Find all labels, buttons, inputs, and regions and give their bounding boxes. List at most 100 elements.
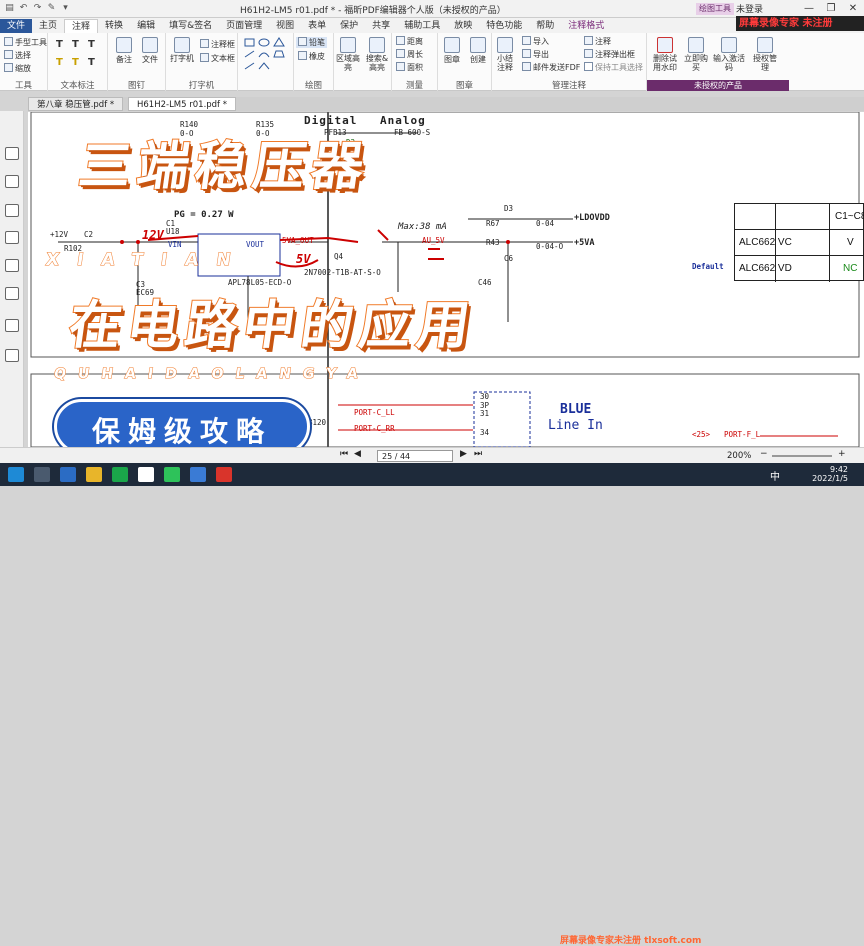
export-button[interactable]: 导出	[522, 49, 549, 60]
tab-comment-format[interactable]: 注释格式	[561, 19, 611, 33]
input-language[interactable]: 中	[770, 468, 780, 483]
customize-icon[interactable]: ▾	[60, 3, 71, 14]
label-ref-25: <25>	[692, 430, 711, 439]
eraser-button[interactable]: 橡皮	[298, 51, 325, 62]
doc-tab-2[interactable]: H61H2-LM5 r01.pdf *	[128, 97, 237, 111]
typewriter-button[interactable]: 打字机	[170, 37, 194, 63]
tab-comment[interactable]: 注释	[64, 19, 99, 33]
tab-help[interactable]: 帮助	[529, 19, 561, 33]
text-annot-5[interactable]: T	[72, 57, 79, 68]
zoom-in-icon[interactable]: +	[838, 449, 846, 459]
group-label-manage: 管理注释	[551, 81, 586, 91]
tools-icon[interactable]	[5, 349, 19, 362]
summarize-button[interactable]: 小结注释	[494, 37, 516, 72]
area-button[interactable]: 面积	[396, 62, 423, 73]
license-icon	[757, 37, 773, 53]
buy-now-button[interactable]: 立即购买	[683, 37, 709, 72]
next-page-icon[interactable]: ▶	[460, 449, 467, 459]
folder-icon[interactable]	[86, 467, 102, 482]
page-number-input[interactable]: 25 / 44	[377, 450, 453, 462]
attachments-icon[interactable]	[5, 259, 19, 272]
bookmark-icon[interactable]	[5, 147, 19, 160]
fields-icon[interactable]	[5, 319, 19, 332]
unauthorized-label: 未授权的产品	[647, 80, 789, 91]
app-green-icon[interactable]	[112, 467, 128, 482]
tab-page-manage[interactable]: 页面管理	[219, 19, 269, 33]
tab-slideshow[interactable]: 放映	[447, 19, 479, 33]
label-port-c-rr: PORT-C_RR	[354, 424, 395, 433]
app-white-icon[interactable]	[138, 467, 154, 482]
keep-tool-checkbox[interactable]: 保持工具选择	[584, 62, 643, 73]
tab-fill-sign[interactable]: 填写&签名	[162, 19, 219, 33]
tab-share[interactable]: 共享	[365, 19, 397, 33]
tab-home[interactable]: 主页	[32, 19, 64, 33]
pages-icon[interactable]	[5, 175, 19, 188]
shape-tools-icon[interactable]	[244, 37, 290, 75]
select-tool-button[interactable]: 选择	[4, 50, 31, 61]
start-icon[interactable]	[8, 467, 24, 482]
tab-file[interactable]: 文件	[0, 19, 33, 33]
label-r67: R67	[486, 219, 500, 228]
tab-view[interactable]: 视图	[269, 19, 301, 33]
textbox-button[interactable]: 文本框	[200, 53, 235, 64]
perimeter-icon	[396, 49, 405, 58]
create-stamp-button[interactable]: 创建	[466, 37, 490, 65]
distance-button[interactable]: 距离	[396, 36, 423, 47]
key-icon	[721, 37, 737, 53]
tab-accessibility[interactable]: 辅助工具	[397, 19, 447, 33]
cart-icon	[688, 37, 704, 53]
text-annot-1[interactable]: T	[56, 39, 63, 50]
layers-icon[interactable]	[5, 204, 19, 217]
tab-convert[interactable]: 转换	[98, 19, 130, 33]
first-page-icon[interactable]: ⏮	[340, 449, 348, 459]
comment-menu-button[interactable]: 注释	[584, 36, 611, 47]
table-row-2-model: ALC662 VD	[739, 263, 792, 274]
doc-tab-1[interactable]: 第八章 稳压管.pdf *	[28, 97, 124, 111]
app-blue-icon[interactable]	[190, 467, 206, 482]
clock[interactable]: 9:42 2022/1/5	[812, 465, 848, 483]
file-attach-button[interactable]: 文件	[140, 37, 160, 65]
perimeter-button[interactable]: 周长	[396, 49, 423, 60]
pencil-button[interactable]: 铅笔	[296, 37, 327, 48]
hand-tool-button[interactable]: 手型工具	[4, 37, 47, 48]
last-page-icon[interactable]: ⏭	[474, 449, 482, 459]
distance-icon	[396, 36, 405, 45]
tab-protect[interactable]: 保护	[333, 19, 365, 33]
area-highlight-button[interactable]: 区域高亮	[336, 37, 360, 72]
browser-icon[interactable]	[60, 467, 76, 482]
tab-edit[interactable]: 编辑	[130, 19, 162, 33]
search-highlight-button[interactable]: 搜索&高亮	[364, 37, 390, 72]
license-manage-button[interactable]: 授权管理	[751, 37, 779, 72]
wechat-icon[interactable]	[164, 467, 180, 482]
text-annot-3[interactable]: T	[88, 39, 95, 50]
note-button[interactable]: 备注	[114, 37, 134, 65]
zoom-tool-button[interactable]: 缩放	[4, 63, 31, 74]
prev-page-icon[interactable]: ◀	[354, 449, 361, 459]
activation-code-button[interactable]: 输入激活码	[713, 37, 745, 72]
email-fdf-button[interactable]: 邮件发送FDF	[522, 62, 580, 73]
popup-note-button[interactable]: 注释弹出框	[584, 49, 635, 60]
tab-features[interactable]: 特色功能	[479, 19, 529, 33]
zoom-slider[interactable]	[772, 455, 832, 457]
edit-icon[interactable]: ✎	[46, 3, 57, 14]
login-status[interactable]: 未登录	[736, 2, 763, 15]
zoom-level[interactable]: 200%	[727, 451, 751, 461]
undo-icon[interactable]: ↶	[18, 3, 29, 14]
remove-watermark-button[interactable]: 删除试用水印	[651, 37, 679, 72]
redo-icon[interactable]: ↷	[32, 3, 43, 14]
task-view-icon[interactable]	[34, 467, 50, 482]
zoom-out-icon[interactable]: −	[760, 449, 768, 459]
group-tools: 手型工具 选择 缩放 工具	[0, 33, 48, 91]
text-annot-6[interactable]: T	[88, 57, 95, 68]
label-d3: D3	[504, 204, 514, 213]
foxit-icon[interactable]	[216, 467, 232, 482]
lock-icon[interactable]	[5, 287, 19, 300]
callout-button[interactable]: 注释框	[200, 39, 235, 50]
tab-form[interactable]: 表单	[301, 19, 333, 33]
import-button[interactable]: 导入	[522, 36, 549, 47]
stamp-button[interactable]: 图章	[440, 37, 464, 65]
text-annot-2[interactable]: T	[72, 39, 79, 50]
taskbar: 屏幕录像专家未注册 tlxsoft.com 中 9:42 2022/1/5	[0, 463, 864, 946]
text-annot-4[interactable]: T	[56, 57, 63, 68]
comments-icon[interactable]	[5, 231, 19, 244]
